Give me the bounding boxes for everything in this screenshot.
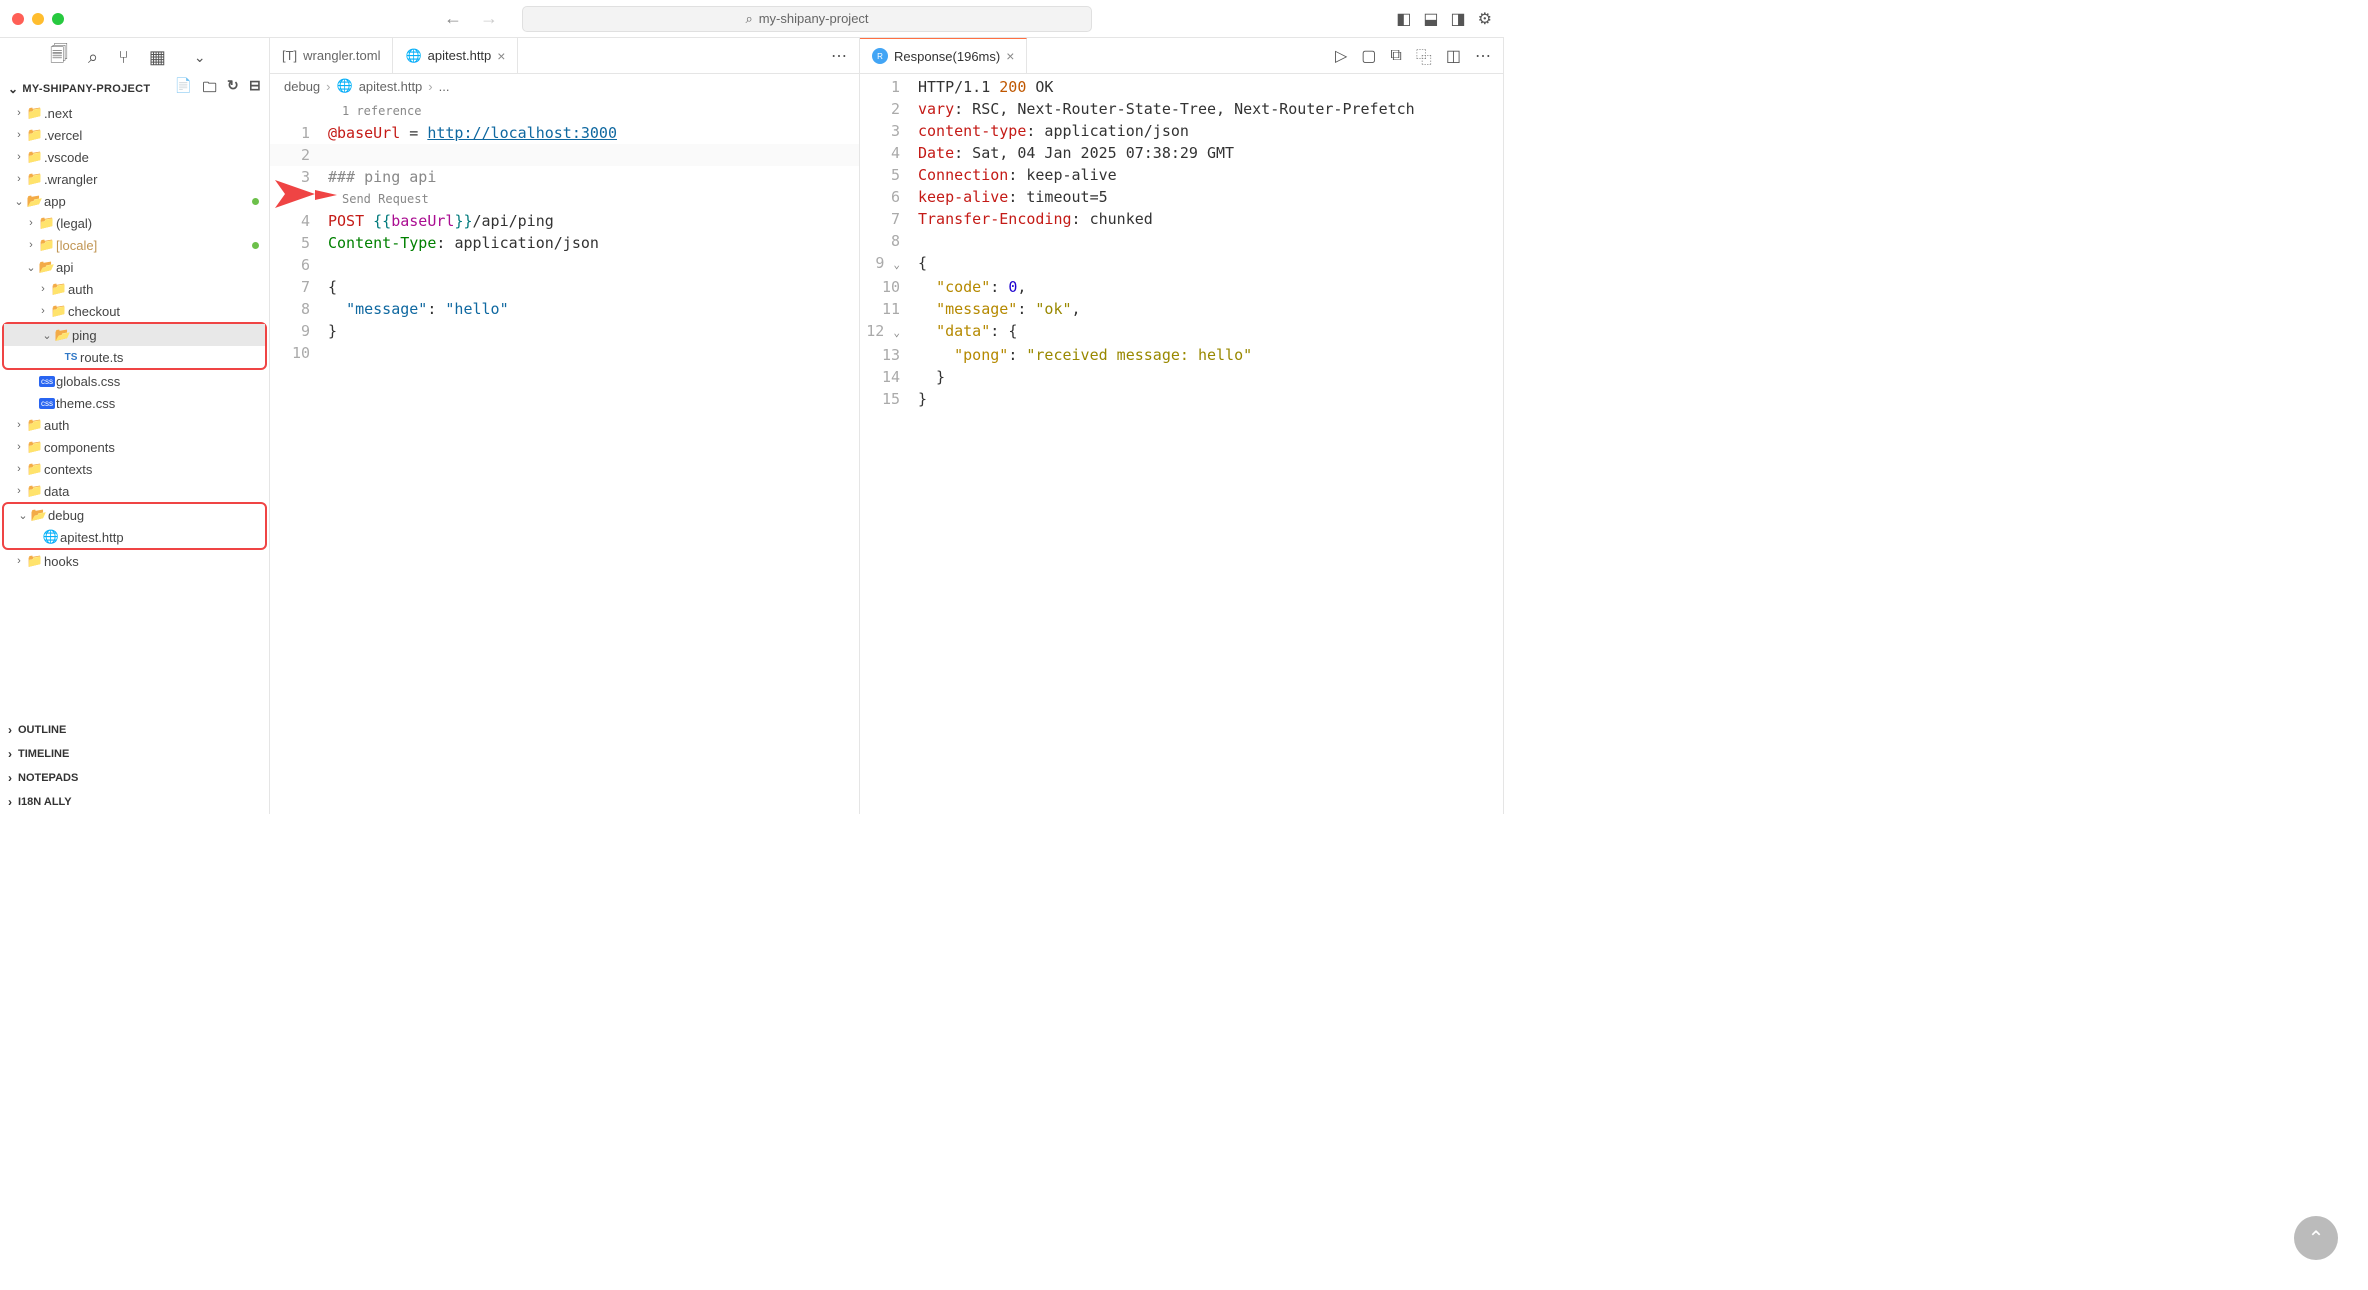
highlight-ping: ⌄📂ping TSroute.ts — [2, 322, 267, 370]
tree-folder-data[interactable]: ›📁data — [0, 480, 269, 502]
tree-folder-contexts[interactable]: ›📁contexts — [0, 458, 269, 480]
tree-file-route[interactable]: TSroute.ts — [4, 346, 265, 368]
search-icon: ⌕ — [745, 11, 752, 27]
scroll-top-button[interactable]: ⌃ — [2294, 1216, 2338, 1260]
http-icon: 🌐 — [405, 48, 421, 64]
project-title: my-shipany-project — [759, 11, 869, 26]
tab-apitest[interactable]: 🌐apitest.http× — [393, 38, 518, 73]
breadcrumb[interactable]: debug› 🌐apitest.http› ... — [270, 74, 859, 98]
editor-left: [T]wrangler.toml 🌐apitest.http× ⋯ debug›… — [270, 38, 860, 814]
copy-icon[interactable]: ⿻ — [1416, 44, 1432, 68]
sidebar: 🗐 ⌕ ⑂ ▦ ⌄ ⌄ MY-SHIPANY-PROJECT 📄 🗀 ↻ ⊟ ›… — [0, 38, 270, 814]
maximize-window[interactable] — [52, 13, 64, 25]
tree-folder-auth[interactable]: ›📁auth — [0, 278, 269, 300]
section-notepads[interactable]: ›NOTEPADS — [0, 766, 269, 790]
tree-file-apitest[interactable]: 🌐apitest.http — [4, 526, 265, 548]
codelens-reference[interactable]: 1 reference — [270, 100, 859, 122]
new-folder-icon[interactable]: 🗀 — [203, 77, 217, 101]
extensions-icon[interactable]: ▦ — [149, 47, 166, 68]
close-icon[interactable]: × — [1006, 48, 1014, 64]
tab-response[interactable]: RResponse(196ms)× — [860, 38, 1027, 73]
tree-folder-vscode[interactable]: ›📁.vscode — [0, 146, 269, 168]
command-center[interactable]: ⌕ my-shipany-project — [522, 6, 1092, 32]
refresh-icon[interactable]: ↻ — [227, 77, 239, 101]
tree-file-theme[interactable]: csstheme.css — [0, 392, 269, 414]
section-timeline[interactable]: ›TIMELINE — [0, 742, 269, 766]
highlight-debug: ⌄📂debug 🌐apitest.http — [2, 502, 267, 550]
nav-forward[interactable]: → — [480, 8, 498, 29]
tree-folder-vercel[interactable]: ›📁.vercel — [0, 124, 269, 146]
modified-dot — [252, 198, 259, 205]
save-all-icon[interactable]: ⧉ — [1390, 47, 1401, 65]
panel-left-icon[interactable]: ◧ — [1396, 9, 1411, 29]
file-tree: ›📁.next ›📁.vercel ›📁.vscode ›📁.wrangler … — [0, 102, 269, 718]
tree-folder-components[interactable]: ›📁components — [0, 436, 269, 458]
tree-folder-checkout[interactable]: ›📁checkout — [0, 300, 269, 322]
modified-dot — [252, 242, 259, 249]
save-icon[interactable]: ▢ — [1361, 46, 1376, 66]
window-controls — [12, 13, 64, 25]
code-editor[interactable]: 1 reference 1@baseUrl = http://localhost… — [270, 98, 859, 814]
section-i18nally[interactable]: ›I18N ALLY — [0, 790, 269, 814]
tree-folder-debug[interactable]: ⌄📂debug — [4, 504, 265, 526]
source-control-icon[interactable]: ⑂ — [118, 47, 129, 68]
http-icon: 🌐 — [337, 78, 353, 94]
search-icon[interactable]: ⌕ — [88, 47, 98, 68]
explorer-icon[interactable]: 🗐 — [50, 42, 68, 72]
tree-file-globals[interactable]: cssglobals.css — [0, 370, 269, 392]
tree-folder-app[interactable]: ⌄📂app — [0, 190, 269, 212]
project-name: MY-SHIPANY-PROJECT — [22, 83, 150, 95]
new-file-icon[interactable]: 📄 — [175, 77, 193, 101]
tree-folder-legal[interactable]: ›📁(legal) — [0, 212, 269, 234]
split-icon[interactable]: ◫ — [1446, 46, 1461, 66]
editor-right: RResponse(196ms)× ▷ ▢ ⧉ ⿻ ◫ ⋯ 1HTTP/1.1 … — [860, 38, 1504, 814]
panel-right-icon[interactable]: ◨ — [1451, 9, 1466, 29]
nav-back[interactable]: ← — [444, 8, 462, 29]
more-views-icon[interactable]: ⌄ — [194, 49, 206, 66]
run-icon[interactable]: ▷ — [1335, 46, 1347, 66]
rest-icon: R — [872, 48, 888, 64]
more-actions-icon[interactable]: ⋯ — [831, 46, 847, 66]
more-icon[interactable]: ⋯ — [1475, 46, 1491, 66]
explorer-header[interactable]: ⌄ MY-SHIPANY-PROJECT 📄 🗀 ↻ ⊟ — [0, 76, 269, 102]
tree-folder-locale[interactable]: ›📁[locale] — [0, 234, 269, 256]
tree-folder-ping[interactable]: ⌄📂ping — [4, 324, 265, 346]
close-icon[interactable]: × — [497, 48, 505, 64]
section-outline[interactable]: ›OUTLINE — [0, 718, 269, 742]
response-viewer[interactable]: 1HTTP/1.1 200 OK 2vary: RSC, Next-Router… — [860, 74, 1503, 814]
panel-bottom-icon[interactable]: ⬓ — [1423, 9, 1438, 29]
tree-folder-api[interactable]: ⌄📂api — [0, 256, 269, 278]
tree-folder-hooks[interactable]: ›📁hooks — [0, 550, 269, 572]
close-window[interactable] — [12, 13, 24, 25]
minimize-window[interactable] — [32, 13, 44, 25]
send-request-link[interactable]: Send Request — [270, 188, 859, 210]
nav-arrows: ← → — [444, 8, 498, 29]
tree-folder-auth2[interactable]: ›📁auth — [0, 414, 269, 436]
annotation-arrow — [270, 170, 337, 220]
tree-folder-next[interactable]: ›📁.next — [0, 102, 269, 124]
settings-gear-icon[interactable]: ⚙ — [1478, 9, 1492, 29]
tree-folder-wrangler[interactable]: ›📁.wrangler — [0, 168, 269, 190]
toml-icon: [T] — [282, 48, 297, 63]
titlebar: ← → ⌕ my-shipany-project ◧ ⬓ ◨ ⚙ — [0, 0, 1504, 38]
collapse-icon[interactable]: ⊟ — [249, 77, 261, 101]
tab-wrangler[interactable]: [T]wrangler.toml — [270, 38, 393, 73]
